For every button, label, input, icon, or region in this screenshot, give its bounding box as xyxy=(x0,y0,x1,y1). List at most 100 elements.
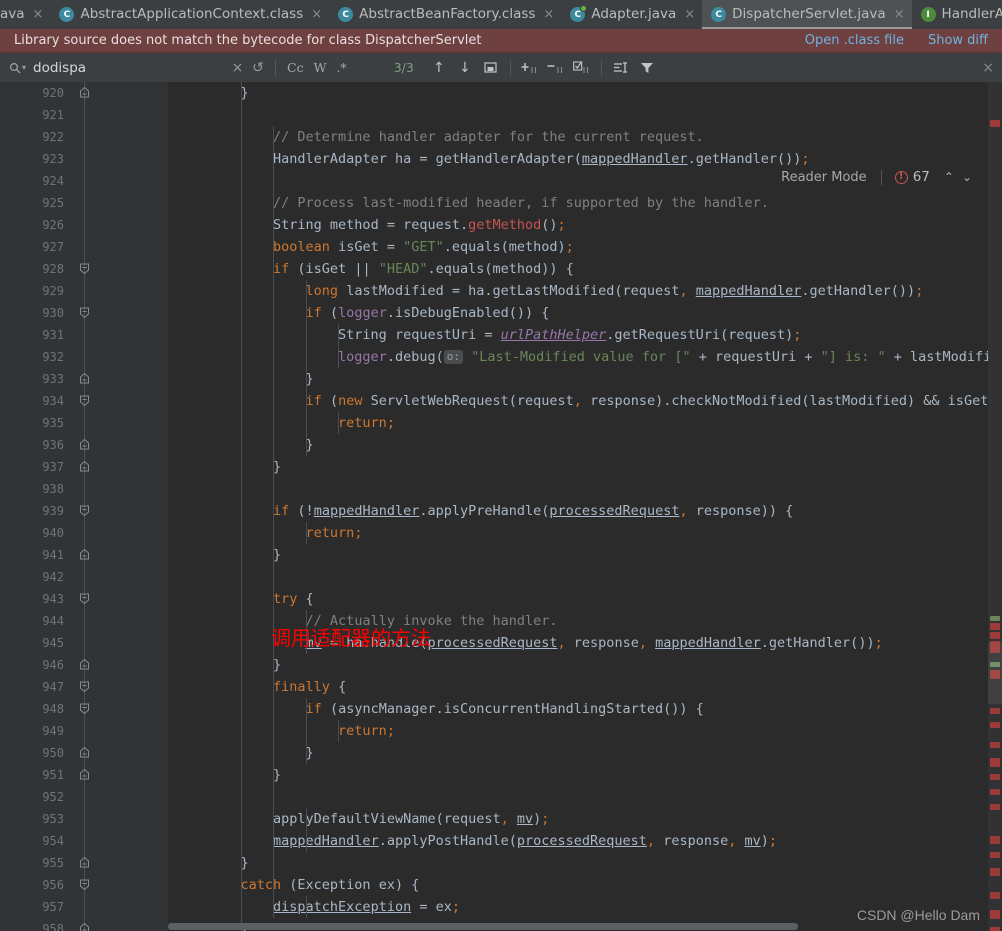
show-diff-link[interactable]: Show diff xyxy=(928,33,988,48)
error-stripe-mark[interactable] xyxy=(990,892,1000,899)
remove-occurrence-icon[interactable] xyxy=(543,53,569,82)
code-line[interactable]: mappedHandler.applyPostHandle(processedR… xyxy=(168,830,1002,852)
error-stripe-mark[interactable] xyxy=(990,742,1000,748)
fold-collapse-icon[interactable] xyxy=(78,306,91,319)
code-line[interactable]: if (new ServletWebRequest(request, respo… xyxy=(168,390,1002,412)
code-line[interactable]: } xyxy=(168,544,1002,566)
error-stripe-mark[interactable] xyxy=(990,927,1000,931)
error-stripe-mark[interactable] xyxy=(990,836,1000,844)
fold-collapse-icon[interactable] xyxy=(78,262,91,275)
code-line[interactable]: if (!mappedHandler.applyPreHandle(proces… xyxy=(168,500,1002,522)
code-line[interactable]: catch (Exception ex) { xyxy=(168,874,1002,896)
code-line[interactable]: } xyxy=(168,852,1002,874)
code-line[interactable]: return; xyxy=(168,522,1002,544)
select-occurrences-icon[interactable] xyxy=(569,53,595,82)
code-line[interactable]: if (asyncManager.isConcurrentHandlingSta… xyxy=(168,698,1002,720)
code-line[interactable] xyxy=(168,478,1002,500)
editor-gutter[interactable]: 920 921 922 923 924 925 926 927 928 929 930 931 932 9… xyxy=(0,82,168,931)
search-scope-icon[interactable] xyxy=(608,53,634,82)
code-line[interactable] xyxy=(168,104,1002,126)
code-line[interactable]: finally { xyxy=(168,676,1002,698)
error-stripe-mark[interactable] xyxy=(990,623,1000,630)
code-content[interactable]: } // Determine handler adapter for the c… xyxy=(168,82,1002,931)
fold-end-icon[interactable] xyxy=(78,658,91,671)
editor-tab-ava[interactable]: ava × xyxy=(0,0,51,29)
search-input[interactable]: dodispa xyxy=(33,60,228,76)
error-stripe-scrollbar[interactable] xyxy=(988,82,1002,931)
add-occurrence-icon[interactable] xyxy=(517,53,543,82)
fold-collapse-icon[interactable] xyxy=(78,504,91,517)
fold-end-icon[interactable] xyxy=(78,856,91,869)
code-line[interactable]: // Process last-modified header, if supp… xyxy=(168,192,1002,214)
code-line[interactable] xyxy=(168,786,1002,808)
code-line[interactable] xyxy=(168,566,1002,588)
code-line[interactable]: HandlerAdapter ha = getHandlerAdapter(ma… xyxy=(168,148,1002,170)
error-stripe-mark[interactable] xyxy=(990,804,1000,810)
info-stripe-mark[interactable] xyxy=(990,616,1000,621)
close-tab-icon[interactable]: × xyxy=(543,8,554,21)
code-line[interactable]: } xyxy=(168,82,1002,104)
next-problem-icon[interactable]: ⌄ xyxy=(958,170,976,184)
code-line[interactable]: logger.debug(o: "Last-Modified value for… xyxy=(168,346,1002,368)
error-stripe-mark[interactable] xyxy=(990,870,1000,876)
search-icon[interactable]: ▾ xyxy=(9,62,26,74)
code-line[interactable]: long lastModified = ha.getLastModified(r… xyxy=(168,280,1002,302)
fold-end-icon[interactable] xyxy=(78,746,91,759)
regex-toggle[interactable]: .* xyxy=(331,53,351,82)
code-line[interactable]: } xyxy=(168,654,1002,676)
editor-tab-dispatcherservlet-java[interactable]: C DispatcherServlet.java × xyxy=(702,0,912,29)
close-find-toolbar-icon[interactable]: × xyxy=(982,53,994,82)
code-line[interactable]: } xyxy=(168,434,1002,456)
editor-tab-handleradapter-java[interactable]: IHandlerAdapter.java× xyxy=(911,0,1002,29)
code-line[interactable]: String method = request.getMethod(); xyxy=(168,214,1002,236)
horizontal-scrollbar-thumb[interactable] xyxy=(168,923,798,930)
code-line[interactable]: return; xyxy=(168,412,1002,434)
close-tab-icon[interactable]: × xyxy=(894,8,905,21)
code-line[interactable]: applyDefaultViewName(request, mv); xyxy=(168,808,1002,830)
code-line[interactable]: if (logger.isDebugEnabled()) { xyxy=(168,302,1002,324)
match-case-toggle[interactable]: Cc xyxy=(282,53,309,82)
close-tab-icon[interactable]: × xyxy=(684,8,695,21)
code-line[interactable]: String requestUri = urlPathHelper.getReq… xyxy=(168,324,1002,346)
editor-tab-abstractbeanfactory-class[interactable]: C AbstractBeanFactory.class × xyxy=(329,0,562,29)
close-tab-icon[interactable]: × xyxy=(311,8,322,21)
code-line[interactable]: } xyxy=(168,368,1002,390)
fold-end-icon[interactable] xyxy=(78,372,91,385)
code-line[interactable]: return; xyxy=(168,720,1002,742)
error-stripe-mark[interactable] xyxy=(990,774,1000,780)
reader-mode-label[interactable]: Reader Mode xyxy=(781,170,867,185)
fold-end-icon[interactable] xyxy=(78,86,91,99)
code-line[interactable]: boolean isGet = "GET".equals(method); xyxy=(168,236,1002,258)
clear-search-icon[interactable]: × xyxy=(228,53,247,82)
fold-end-icon[interactable] xyxy=(78,460,91,473)
search-dropdown-chevron-icon[interactable]: ▾ xyxy=(22,63,26,72)
error-stripe-mark[interactable] xyxy=(990,632,1000,639)
close-tab-icon[interactable]: × xyxy=(33,8,44,21)
error-stripe-mark[interactable] xyxy=(990,120,1000,127)
fold-collapse-icon[interactable] xyxy=(78,680,91,693)
code-line[interactable]: // Determine handler adapter for the cur… xyxy=(168,126,1002,148)
fold-end-icon[interactable] xyxy=(78,438,91,451)
error-stripe-mark[interactable] xyxy=(990,789,1000,795)
error-stripe-mark[interactable] xyxy=(990,708,1000,714)
fold-collapse-icon[interactable] xyxy=(78,592,91,605)
open-class-file-link[interactable]: Open .class file xyxy=(805,33,904,48)
code-line[interactable]: if (isGet || "HEAD".equals(method)) { xyxy=(168,258,1002,280)
code-line[interactable]: try { xyxy=(168,588,1002,610)
find-next-button[interactable]: ↓ xyxy=(452,53,478,82)
select-all-occurrences-button[interactable] xyxy=(478,53,504,82)
error-stripe-mark[interactable] xyxy=(990,852,1000,858)
previous-problem-icon[interactable]: ⌃ xyxy=(940,170,958,184)
fold-end-icon[interactable] xyxy=(78,922,91,931)
editor-tab-abstractapplicationcontext-class[interactable]: C AbstractApplicationContext.class × xyxy=(50,0,330,29)
search-history-icon[interactable]: ↺ xyxy=(247,53,269,82)
fold-collapse-icon[interactable] xyxy=(78,394,91,407)
scrollbar-thumb[interactable] xyxy=(988,642,1002,704)
code-line[interactable]: } xyxy=(168,742,1002,764)
find-previous-button[interactable]: ↑ xyxy=(426,53,452,82)
error-stripe-mark[interactable] xyxy=(990,910,1000,919)
error-stripe-mark[interactable] xyxy=(990,758,1000,767)
code-folding-column[interactable] xyxy=(78,82,92,931)
whole-words-toggle[interactable]: W xyxy=(309,53,332,82)
code-line[interactable]: } xyxy=(168,764,1002,786)
